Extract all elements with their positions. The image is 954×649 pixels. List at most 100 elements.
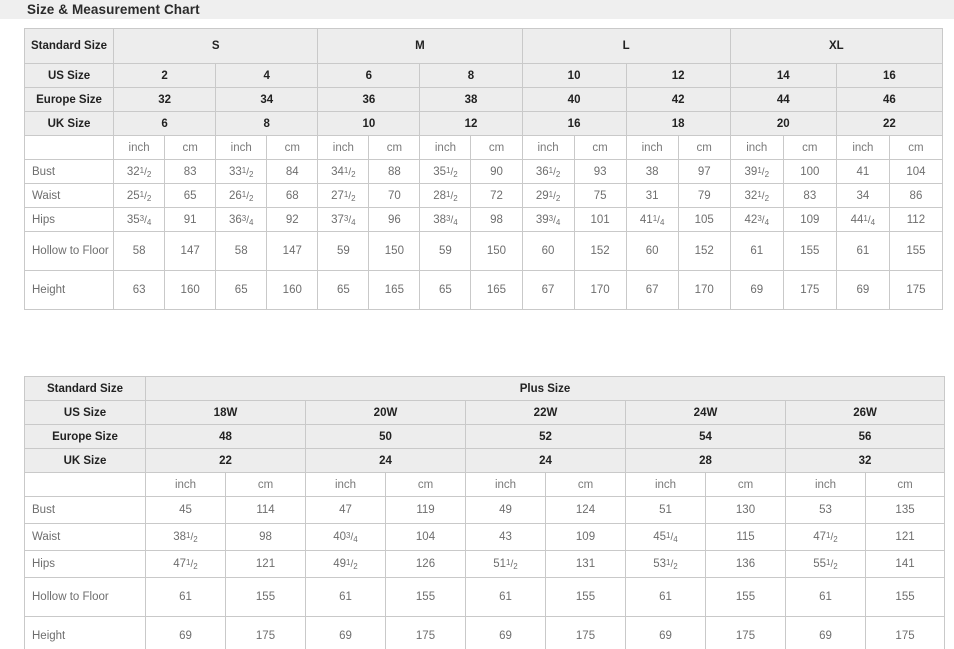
cell-unit-inch-1: inch [215,135,268,160]
standard-size-table: Standard Size S M L XL US Size 2 4 6 8 10 12 14 16 Eur… [23,28,944,310]
cell-2-inch-4: 551/2 [785,550,866,578]
row-label-hollow-to-floor: Hollow to Floor [24,577,146,617]
cell-1-cm-1: 68 [266,183,319,208]
cell-europe-size-3: 54 [625,424,786,449]
table-row: Hips 353/4 91 363/4 92 373/4 96 383/4 98 393/4 101… [23,207,944,232]
cell-3-inch-4: 61 [785,577,866,617]
cell-2-cm-1: 126 [385,550,466,578]
cell-0-cm-7: 104 [888,159,944,184]
cell-0-cm-4: 93 [573,159,627,184]
cell-2-cm-0: 121 [225,550,306,578]
cell-us-size-0: 2 [113,63,217,88]
row-label-height: Height [24,616,146,649]
cell-3-cm-1: 147 [266,231,319,271]
cell-0-cm-0: 83 [164,159,217,184]
cell-1-inch-2: 43 [465,523,546,551]
cell-2-inch-2: 511/2 [465,550,546,578]
cell-4-cm-7: 175 [888,270,944,310]
cell-3-cm-7: 155 [888,231,944,271]
cell-europe-size-5: 42 [625,87,731,112]
cell-europe-size-4: 56 [784,424,946,449]
cell-4-cm-6: 175 [782,270,837,310]
cell-unit-cm-0: cm [225,472,306,497]
cell-units-blank [23,135,115,160]
cell-0-cm-1: 119 [385,496,466,524]
cell-1-inch-0: 251/2 [113,183,166,208]
table-row: Hips 471/2 121 491/2 126 511/2 131 531/2 136 551/… [24,550,946,578]
cell-2-cm-5: 105 [677,207,731,232]
cell-us-size-3: 24W [625,400,786,425]
cell-uk-size-0: 6 [113,111,217,136]
cell-2-inch-3: 383/4 [419,207,472,232]
cell-0-inch-2: 341/2 [317,159,370,184]
row-label-waist: Waist [23,183,115,208]
cell-3-inch-2: 59 [317,231,370,271]
cell-1-cm-4: 75 [573,183,627,208]
cell-us-size-6: 14 [729,63,837,88]
cell-unit-inch-0: inch [145,472,226,497]
cell-3-cm-2: 150 [368,231,421,271]
cell-uk-size-2: 10 [317,111,421,136]
cell-unit-inch-5: inch [625,135,679,160]
table-row-europe-size: Europe Size 32 34 36 38 40 42 44 46 [23,87,944,112]
cell-4-cm-2: 165 [368,270,421,310]
cell-uk-size-5: 18 [625,111,731,136]
cell-1-cm-4: 121 [864,523,946,551]
cell-0-inch-1: 331/2 [215,159,268,184]
cell-unit-cm-6: cm [782,135,837,160]
cell-unit-inch-2: inch [465,472,546,497]
cell-3-inch-3: 61 [625,577,706,617]
cell-0-cm-2: 88 [368,159,421,184]
row-label-bust: Bust [24,496,146,524]
cell-1-inch-3: 451/4 [625,523,706,551]
cell-1-cm-3: 72 [470,183,523,208]
header-standard-size: Standard Size [24,376,146,401]
cell-2-inch-7: 441/4 [835,207,890,232]
header-size-group-xl: XL [729,28,944,64]
cell-us-size-4: 26W [784,400,946,425]
cell-unit-inch-3: inch [625,472,706,497]
cell-unit-inch-7: inch [835,135,890,160]
cell-3-inch-0: 61 [145,577,226,617]
cell-uk-size-7: 22 [835,111,944,136]
header-us-size: US Size [23,63,115,88]
cell-uk-size-4: 32 [784,448,946,473]
cell-0-inch-3: 351/2 [419,159,472,184]
cell-uk-size-2: 24 [465,448,626,473]
cell-1-inch-1: 261/2 [215,183,268,208]
cell-3-cm-0: 155 [225,577,306,617]
cell-europe-size-2: 36 [317,87,421,112]
cell-0-inch-0: 321/2 [113,159,166,184]
cell-unit-inch-0: inch [113,135,166,160]
cell-2-inch-3: 531/2 [625,550,706,578]
cell-4-inch-0: 69 [145,616,226,649]
cell-1-inch-4: 291/2 [521,183,575,208]
table-row: Hollow to Floor 61 155 61 155 61 155 61 155 61 155 [24,577,946,617]
cell-1-inch-0: 381/2 [145,523,226,551]
cell-3-inch-1: 61 [305,577,386,617]
cell-unit-cm-3: cm [470,135,523,160]
cell-0-inch-3: 51 [625,496,706,524]
cell-uk-size-6: 20 [729,111,837,136]
cell-uk-size-1: 8 [215,111,319,136]
cell-4-cm-1: 160 [266,270,319,310]
title-band: Size & Measurement Chart [0,0,954,19]
row-label-waist: Waist [24,523,146,551]
cell-0-cm-1: 84 [266,159,319,184]
cell-unit-cm-0: cm [164,135,217,160]
cell-1-inch-5: 31 [625,183,679,208]
cell-4-cm-1: 175 [385,616,466,649]
cell-3-cm-1: 155 [385,577,466,617]
cell-4-inch-2: 69 [465,616,546,649]
cell-unit-cm-7: cm [888,135,944,160]
cell-unit-inch-1: inch [305,472,386,497]
cell-2-inch-5: 411/4 [625,207,679,232]
table-row-units: inch cm inch cm inch cm inch cm inch cm inch cm inch… [23,135,944,160]
cell-3-cm-2: 155 [545,577,626,617]
cell-1-cm-2: 70 [368,183,421,208]
cell-us-size-7: 16 [835,63,944,88]
cell-uk-size-4: 16 [521,111,627,136]
cell-uk-size-0: 22 [145,448,306,473]
table-row-standard-size: Standard Size S M L XL [23,28,944,64]
table-row: Hollow to Floor 58 147 58 147 59 150 59 150 60 152… [23,231,944,271]
